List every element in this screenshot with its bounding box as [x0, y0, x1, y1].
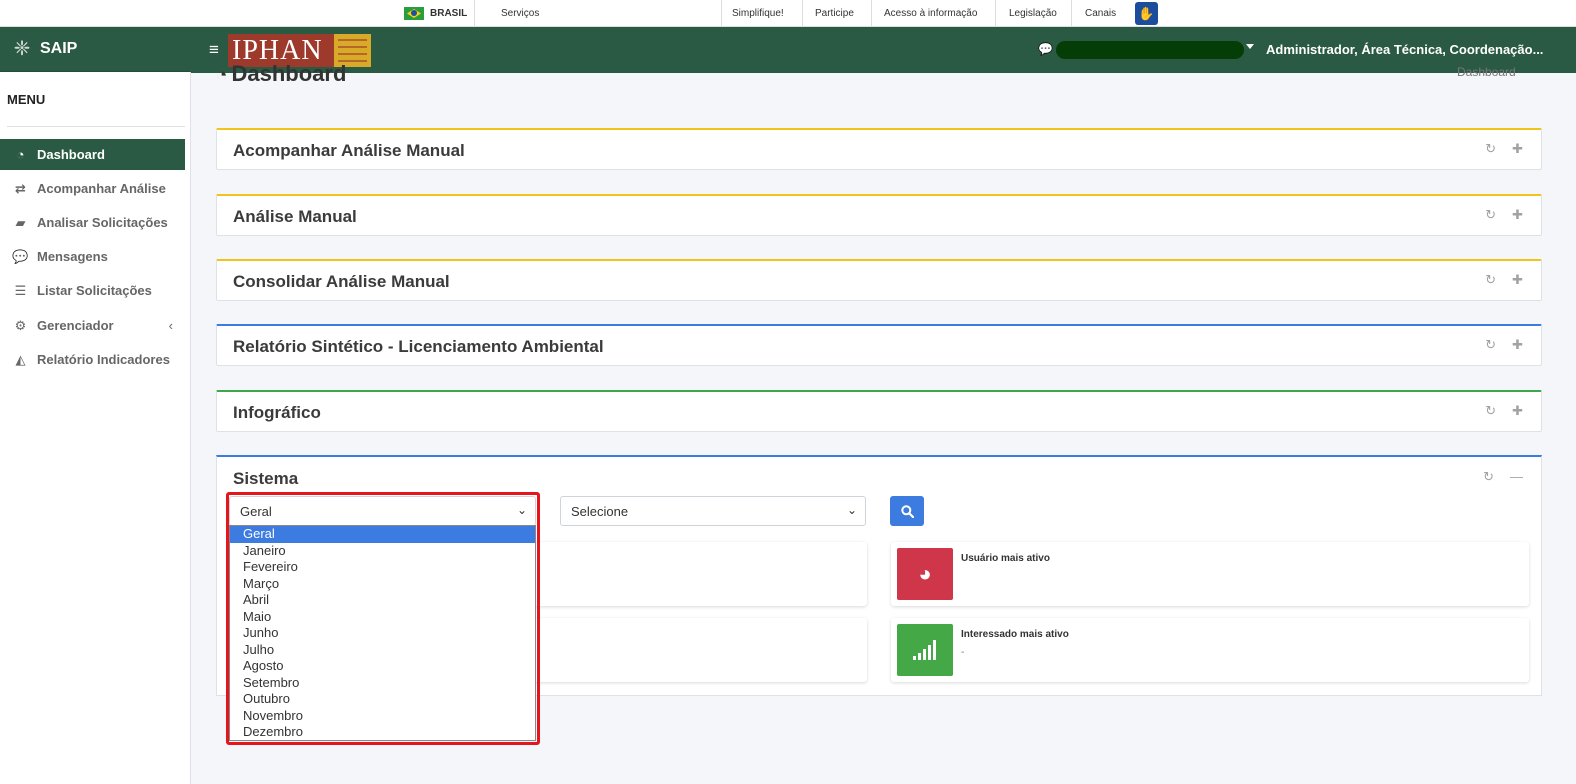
plus-icon[interactable]: ✚ — [1512, 272, 1523, 288]
redacted-user-field[interactable] — [1056, 41, 1244, 59]
sidebar-item-label: Acompanhar Análise — [37, 181, 166, 196]
page-title: ◔ Dashboard — [216, 61, 346, 87]
sidebar: MENU ◔ Dashboard ⇄ Acompanhar Análise ▰ … — [0, 72, 191, 784]
refresh-icon[interactable]: ↻ — [1485, 337, 1496, 353]
refresh-icon[interactable]: ↻ — [1485, 272, 1496, 288]
saip-logo-icon: ❈ — [13, 38, 31, 60]
brasil-link[interactable]: BRASIL — [404, 7, 467, 20]
refresh-icon[interactable]: ↻ — [1485, 141, 1496, 157]
govbar-link-acesso[interactable]: Acesso à informação — [884, 8, 977, 19]
sidebar-item-acompanhar-analise[interactable]: ⇄ Acompanhar Análise — [0, 173, 185, 204]
brazil-flag-icon — [404, 7, 424, 20]
refresh-icon[interactable]: ↻ — [1483, 469, 1494, 485]
minus-icon[interactable]: — — [1510, 469, 1523, 485]
sidebar-item-dashboard[interactable]: ◔ Dashboard — [0, 139, 185, 170]
plus-icon[interactable]: ✚ — [1512, 403, 1523, 419]
comments-icon: 💬 — [12, 248, 29, 264]
card-title: Infográfico — [233, 403, 321, 422]
info-box-value: - — [961, 647, 965, 658]
info-box-interessado-mais-ativo: Interessado mais ativo - — [891, 618, 1529, 682]
brand[interactable]: ❈ SAIP — [0, 27, 191, 72]
area-chart-icon: ◭ — [15, 351, 26, 367]
sidebar-item-mensagens[interactable]: 💬 Mensagens — [0, 241, 185, 272]
exchange-icon: ⇄ — [15, 180, 26, 196]
divider — [802, 0, 803, 27]
card-title: Análise Manual — [233, 207, 357, 226]
sidebar-item-relatorio-indicadores[interactable]: ◭ Relatório Indicadores — [0, 344, 185, 375]
sidebar-item-label: Relatório Indicadores — [37, 352, 170, 367]
plus-icon[interactable]: ✚ — [1512, 207, 1523, 223]
dashboard-icon: ◔ — [216, 65, 228, 86]
card-infografico: Infográfico ↻ ✚ — [216, 390, 1542, 432]
vlibras-hand-icon[interactable]: ✋ — [1135, 2, 1158, 25]
divider — [7, 126, 185, 127]
sidebar-item-label: Mensagens — [37, 249, 108, 264]
chevron-down-icon: ⌄ — [846, 503, 857, 517]
refresh-icon[interactable]: ↻ — [1485, 207, 1496, 223]
card-consolidar-analise-manual: Consolidar Análise Manual ↻ ✚ — [216, 259, 1542, 301]
sidebar-item-label: Analisar Solicitações — [37, 215, 168, 230]
card-analise-manual: Análise Manual ↻ ✚ — [216, 194, 1542, 236]
gears-icon: ⚙ — [14, 317, 27, 333]
top-navbar: ≡ IPHAN 💬 Administrador, Área Técnica, C… — [191, 27, 1576, 73]
gov-bar: BRASIL Serviços Simplifique! Participe A… — [0, 0, 1576, 27]
card-title: Sistema — [233, 469, 299, 488]
info-box-label: Interessado mais ativo — [961, 629, 1069, 640]
divider — [1071, 0, 1072, 27]
book-icon: ▰ — [15, 214, 26, 230]
dashboard-icon: ◔ — [16, 147, 25, 162]
card-title: Acompanhar Análise Manual — [233, 141, 465, 160]
sidebar-item-label: Dashboard — [37, 147, 105, 162]
hamburger-menu-icon[interactable]: ≡ — [209, 40, 219, 60]
sidebar-item-analisar-solicitacoes[interactable]: ▰ Analisar Solicitações — [0, 207, 185, 238]
govbar-link-participe[interactable]: Participe — [815, 8, 854, 19]
info-box-label: Usuário mais ativo — [961, 553, 1050, 564]
divider — [721, 0, 722, 27]
filter-select-value: Selecione — [571, 504, 629, 519]
brasil-label: BRASIL — [430, 8, 468, 19]
sidebar-item-label: Gerenciador — [37, 318, 114, 333]
breadcrumb[interactable]: Dashboard — [1457, 65, 1516, 79]
breadcrumb-item[interactable]: Dashboard — [1457, 65, 1516, 79]
info-box-usuario-mais-ativo: ◕ Usuário mais ativo — [891, 542, 1529, 606]
govbar-link-servicos[interactable]: Serviços — [501, 8, 539, 19]
menu-title: MENU — [7, 92, 46, 107]
chevron-left-icon: ‹ — [168, 318, 173, 333]
card-title: Relatório Sintético - Licenciamento Ambi… — [233, 337, 604, 356]
caret-down-icon[interactable] — [1246, 44, 1254, 49]
search-icon — [900, 504, 914, 518]
divider — [474, 0, 475, 27]
plus-icon[interactable]: ✚ — [1512, 141, 1523, 157]
card-acompanhar-analise-manual: Acompanhar Análise Manual ↻ ✚ — [216, 128, 1542, 170]
card-relatorio-sintetico: Relatório Sintético - Licenciamento Ambi… — [216, 324, 1542, 366]
tachometer-icon: ◕ — [897, 548, 953, 600]
user-profile-name[interactable]: Administrador, Área Técnica, Coordenação… — [1266, 42, 1543, 57]
list-icon: ☰ — [14, 282, 27, 298]
sidebar-item-label: Listar Solicitações — [37, 283, 152, 298]
card-title: Consolidar Análise Manual — [233, 272, 450, 291]
signal-icon — [897, 624, 953, 676]
sidebar-item-gerenciador[interactable]: ⚙ Gerenciador ‹ — [0, 310, 185, 341]
plus-icon[interactable]: ✚ — [1512, 337, 1523, 353]
search-button[interactable] — [890, 496, 924, 526]
divider — [871, 0, 872, 27]
chat-icon[interactable]: 💬 — [1038, 42, 1053, 56]
filter-select[interactable]: Selecione ⌄ — [560, 496, 866, 526]
govbar-link-simplifique[interactable]: Simplifique! — [732, 8, 784, 19]
highlight-box — [226, 492, 540, 745]
refresh-icon[interactable]: ↻ — [1485, 403, 1496, 419]
brand-name: SAIP — [40, 40, 78, 57]
page-title-text: Dashboard — [231, 61, 347, 86]
govbar-link-canais[interactable]: Canais — [1085, 8, 1116, 19]
govbar-link-legislacao[interactable]: Legislação — [1009, 8, 1057, 19]
divider — [995, 0, 996, 27]
sidebar-item-listar-solicitacoes[interactable]: ☰ Listar Solicitações — [0, 275, 185, 306]
